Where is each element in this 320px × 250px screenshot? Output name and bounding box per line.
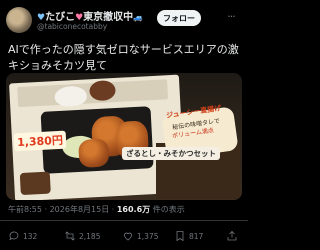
set-menu-label: ざるとし・みそかつセット: [122, 147, 220, 160]
rice-bowl-icon: [54, 85, 88, 108]
price-tag: 1,380円: [13, 130, 67, 152]
heart-icon: [124, 232, 132, 241]
retweet-count: 2,185: [79, 231, 101, 241]
share-icon: [227, 230, 237, 241]
tweet-header: ♥たびこ♥東京撤収中🚙 @tabiconecotabby フォロー ···: [0, 0, 248, 36]
share-button[interactable]: [226, 227, 241, 245]
car-icon: 🚙: [133, 13, 144, 22]
retweet-icon: [65, 231, 75, 241]
bookmark-button[interactable]: 817: [174, 227, 203, 245]
avatar[interactable]: [6, 7, 32, 33]
side-dish-icon: [19, 171, 51, 196]
follow-button[interactable]: フォロー: [157, 10, 201, 26]
retweet-button[interactable]: 2,185: [64, 227, 100, 245]
tweet-text: AIで作ったの隠す気ゼロなサービスエリアの激キショみそカツ見て: [8, 43, 239, 72]
tweet-meta: 午前8:55 · 2026年8月15日 · 160.6万 件の表示: [8, 204, 185, 215]
cutlet-icon: [78, 138, 110, 168]
author-name[interactable]: ♥たびこ♥東京撤収中🚙: [37, 8, 143, 23]
more-options-icon[interactable]: ···: [222, 10, 240, 26]
like-count: 1,375: [137, 231, 159, 241]
reply-button[interactable]: 132: [8, 227, 37, 245]
reply-icon: [9, 231, 19, 241]
reply-count: 132: [23, 231, 38, 241]
timestamp[interactable]: 午前8:55 · 2026年8月15日 ·: [8, 205, 117, 214]
tweet-photo[interactable]: 1,380円 ジューシー直揚げ 秘伝の味噌タレで ボリューム満点 ざるとし・みそ…: [6, 73, 242, 200]
divider: [0, 220, 248, 221]
like-button[interactable]: 1,375: [122, 227, 158, 245]
view-count-suffix: 件の表示: [150, 205, 185, 214]
bookmark-icon: [176, 231, 184, 242]
action-bar: 132 2,185 1,375 817: [0, 227, 248, 245]
author-handle[interactable]: @tabiconecotabby: [37, 22, 107, 31]
view-count: 160.6万: [116, 205, 151, 214]
bookmark-count: 817: [189, 231, 204, 241]
